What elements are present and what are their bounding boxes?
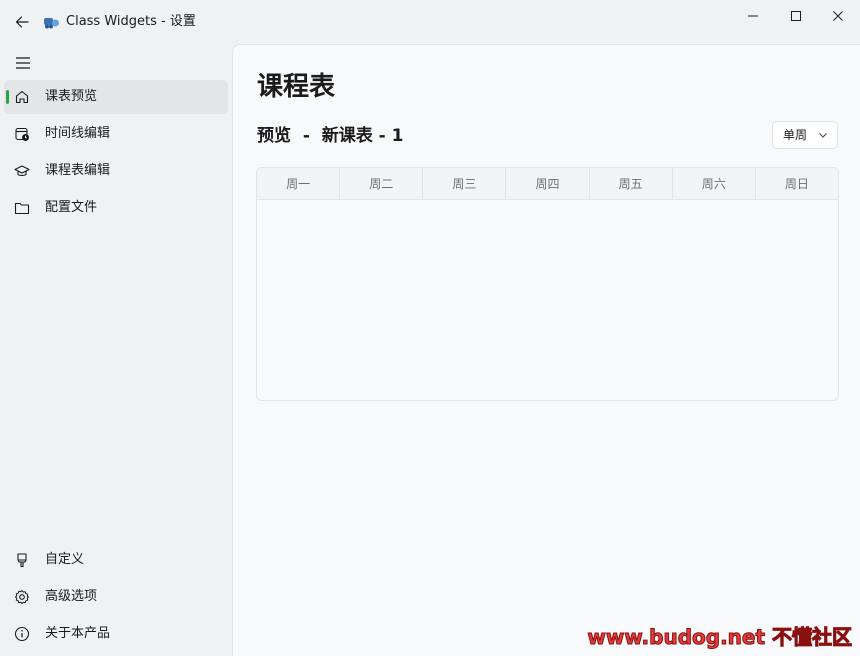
settings-window: Class Widgets - 设置 课表预览 时间线编辑 课程表编辑 配置文件… [0,0,860,656]
active-indicator [6,90,9,104]
home-icon [13,88,31,106]
folder-icon [13,199,31,217]
sidebar-item-label: 高级选项 [45,589,98,604]
schedule-table: 周一 周二 周三 周四 周五 周六 周日 [256,167,839,401]
close-icon [833,11,843,21]
main-panel: 课程表 预览 - 新课表 - 1 单周 周一 周二 周三 周四 周五 周六 周日… [232,44,860,656]
sidebar-item-timeline-edit[interactable]: 时间线编辑 [4,117,228,151]
maximize-icon [791,11,801,21]
column-header-tue[interactable]: 周二 [340,168,424,199]
page-title: 课程表 [257,72,336,102]
calendar-clock-icon [13,125,31,143]
app-logo-icon [44,18,59,29]
sidebar-item-label: 自定义 [45,552,85,567]
maximize-button[interactable] [775,0,817,32]
hamburger-icon [16,57,30,69]
sidebar-item-label: 关于本产品 [45,626,111,641]
brush-icon [13,551,31,569]
chevron-down-icon [819,133,827,138]
menu-toggle-button[interactable] [8,48,38,78]
graduation-cap-icon [13,162,31,180]
gear-icon [13,588,31,606]
arrow-left-icon [15,16,29,28]
column-header-mon[interactable]: 周一 [257,168,341,199]
week-type-value: 单周 [783,128,808,142]
close-button[interactable] [817,0,859,32]
title-bar: Class Widgets - 设置 [0,0,860,44]
table-header: 周一 周二 周三 周四 周五 周六 周日 [257,168,838,200]
sidebar-item-label: 课表预览 [45,89,98,104]
sidebar-item-config-files[interactable]: 配置文件 [4,191,228,225]
sidebar-item-label: 配置文件 [45,200,98,215]
sidebar: 课表预览 时间线编辑 课程表编辑 配置文件 自定义 高级选项 关于本产品 [0,44,232,656]
column-header-sun[interactable]: 周日 [756,168,838,199]
week-type-select[interactable]: 单周 [772,121,838,149]
window-title: Class Widgets - 设置 [66,14,196,29]
column-header-sat[interactable]: 周六 [673,168,756,199]
column-header-thu[interactable]: 周四 [506,168,590,199]
sidebar-item-customize[interactable]: 自定义 [4,543,228,577]
column-header-fri[interactable]: 周五 [590,168,673,199]
back-button[interactable] [8,8,36,36]
sidebar-item-schedule-edit[interactable]: 课程表编辑 [4,154,228,188]
sidebar-item-label: 课程表编辑 [45,163,111,178]
watermark: www.budog.net 不懂社区 [587,625,853,650]
info-icon [13,625,31,643]
minimize-icon [748,15,758,17]
sidebar-item-schedule-preview[interactable]: 课表预览 [4,80,228,114]
column-header-wed[interactable]: 周三 [423,168,507,199]
schedule-subtitle: 预览 - 新课表 - 1 [257,126,404,146]
sidebar-item-about[interactable]: 关于本产品 [4,617,228,651]
minimize-button[interactable] [732,0,774,32]
sidebar-item-label: 时间线编辑 [45,126,111,141]
sidebar-item-advanced[interactable]: 高级选项 [4,580,228,614]
